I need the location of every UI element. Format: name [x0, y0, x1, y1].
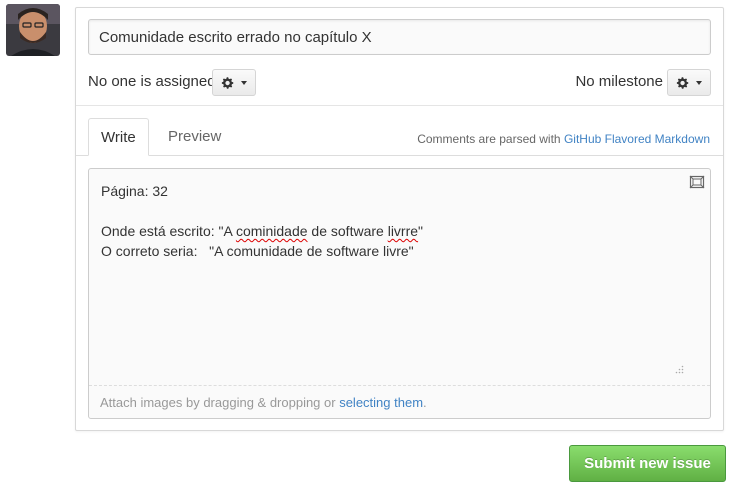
- issue-title-input[interactable]: [88, 19, 711, 55]
- milestone-status: No milestone: [575, 73, 663, 90]
- comment-line: ": [418, 223, 424, 239]
- gear-icon: [221, 76, 234, 89]
- submit-issue-button[interactable]: Submit new issue: [569, 445, 726, 482]
- attach-images-zone[interactable]: Attach images by dragging & dropping or …: [89, 385, 710, 418]
- tab-write[interactable]: Write: [88, 118, 149, 156]
- tab-preview[interactable]: Preview: [156, 118, 233, 156]
- misspelled-word: livrre: [387, 223, 419, 239]
- comment-textarea[interactable]: Página: 32 Onde está escrito: "A cominid…: [88, 168, 711, 419]
- comment-line: de software: [307, 223, 388, 239]
- avatar: [6, 4, 60, 56]
- resize-handle-icon[interactable]: [674, 364, 684, 374]
- new-issue-form: No one is assigned No milestone Write Pr…: [75, 7, 724, 431]
- markdown-note: Comments are parsed with GitHub Flavored…: [417, 132, 710, 146]
- markdown-note-text: Comments are parsed with: [417, 132, 564, 146]
- comment-body: Página: 32 Onde está escrito: "A cominid…: [101, 181, 423, 261]
- assignee-menu-button[interactable]: [212, 69, 256, 96]
- fullscreen-icon[interactable]: [689, 175, 705, 189]
- chevron-down-icon: [696, 80, 702, 85]
- markdown-help-link[interactable]: GitHub Flavored Markdown: [564, 132, 710, 146]
- comment-line: Página: 32: [101, 183, 168, 199]
- comment-line: Onde está escrito: "A: [101, 223, 236, 239]
- attach-text-suffix: .: [423, 395, 427, 410]
- gear-icon: [676, 76, 689, 89]
- misspelled-word: cominidade: [235, 223, 308, 239]
- issue-meta-row: No one is assigned No milestone: [88, 69, 711, 97]
- select-files-link[interactable]: selecting them: [339, 395, 423, 410]
- milestone-menu-button[interactable]: [667, 69, 711, 96]
- comment-line: O correto seria: "A comunidade de softwa…: [101, 243, 414, 259]
- attach-text: Attach images by dragging & dropping or: [100, 395, 340, 410]
- assignee-status: No one is assigned: [88, 73, 216, 90]
- section-divider: [76, 105, 723, 106]
- chevron-down-icon: [241, 80, 247, 85]
